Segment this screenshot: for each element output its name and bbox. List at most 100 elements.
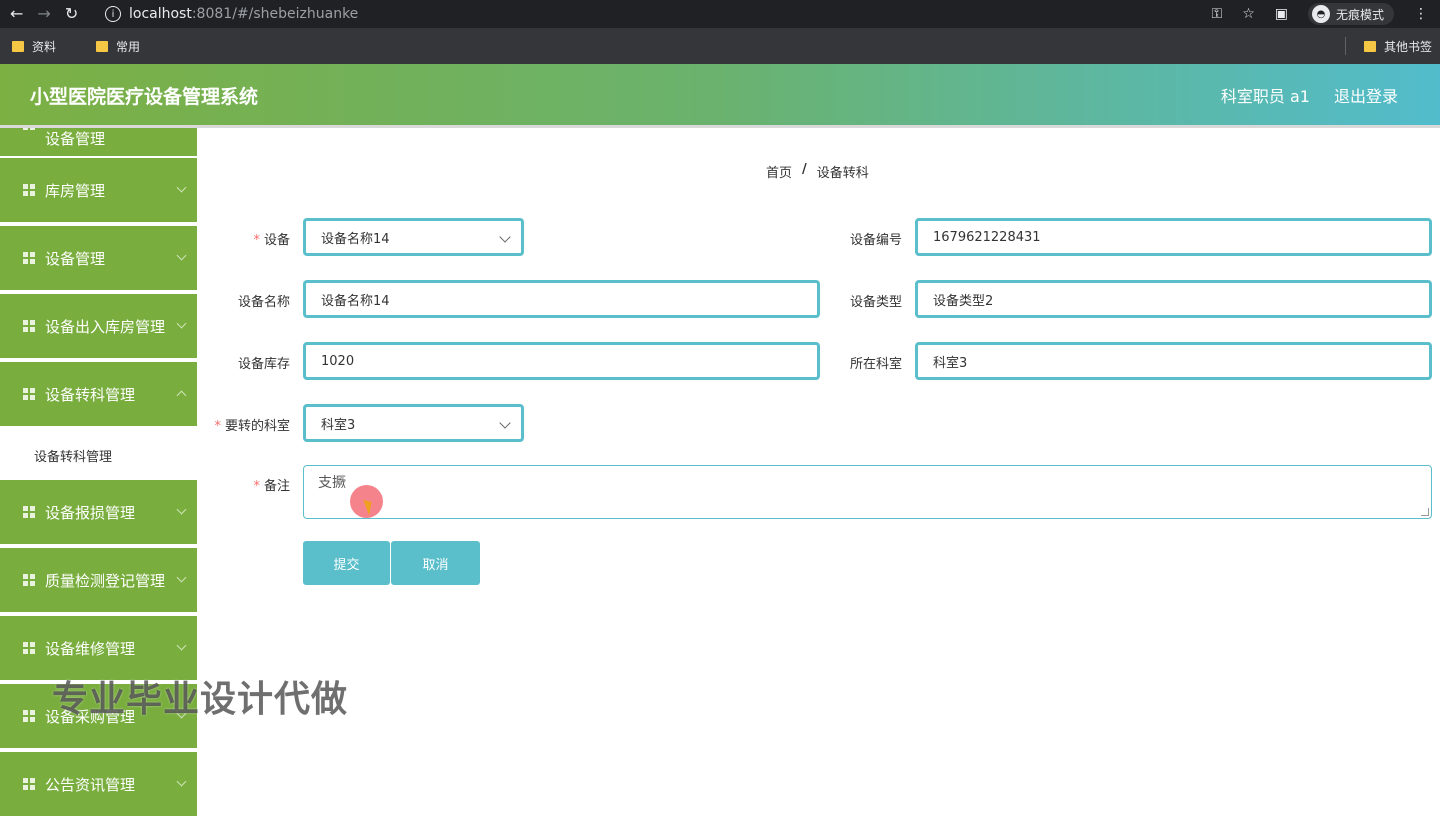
- breadcrumb: 首页 / 设备转科: [766, 162, 869, 181]
- sidepanel-icon[interactable]: ▣: [1275, 6, 1288, 22]
- bookmark-label: 资料: [32, 39, 57, 54]
- browser-toolbar: ← → ↻ i localhost:8081/#/shebeizhuanke ⚿…: [0, 0, 1440, 28]
- menu-icon[interactable]: ⋮: [1414, 6, 1428, 22]
- incognito-badge[interactable]: ◓ 无痕模式: [1307, 3, 1394, 25]
- dept-label: 所在科室: [849, 357, 902, 372]
- sidebar-item-damage[interactable]: 设备报损管理: [0, 480, 197, 544]
- target-dept-select[interactable]: 科室3: [303, 404, 524, 442]
- divider: [1344, 37, 1346, 55]
- sidebar-item-label: 设备管理: [45, 249, 106, 268]
- sidebar-item-label: 设备报损管理: [45, 503, 136, 522]
- sidebar-subitem-transfer[interactable]: 设备转科管理: [0, 432, 197, 478]
- target-label: * 要转的科室: [200, 415, 290, 434]
- sidebar-item-quality[interactable]: 质量检测登记管理: [0, 548, 197, 612]
- sidebar-item-label: 库房管理: [45, 181, 106, 200]
- resize-handle[interactable]: [1421, 508, 1429, 516]
- stock-field-value: 1020: [321, 353, 355, 369]
- sidebar-item-news[interactable]: 公告资讯管理: [0, 752, 197, 816]
- bar-chart-icon: [23, 574, 35, 586]
- chevron-down-icon: [176, 776, 187, 787]
- code-field[interactable]: 1679621228431: [915, 218, 1432, 256]
- device-select[interactable]: 设备名称14: [303, 218, 524, 256]
- name-label: 设备名称: [237, 295, 290, 310]
- site-info-icon[interactable]: i: [105, 6, 121, 22]
- target-label-text: 要转的科室: [224, 419, 290, 434]
- bookmark-folder[interactable]: 常用: [96, 38, 140, 55]
- logout-link[interactable]: 退出登录: [1334, 83, 1398, 107]
- name-field[interactable]: 设备名称14: [303, 280, 820, 318]
- reload-icon[interactable]: ↻: [65, 6, 78, 22]
- folder-icon: [96, 40, 109, 52]
- key-icon[interactable]: ⚿: [1212, 6, 1223, 22]
- incognito-label: 无痕模式: [1335, 7, 1384, 22]
- sidebar-item-transfer[interactable]: 设备转科管理: [0, 362, 197, 426]
- breadcrumb-current: 设备转科: [816, 166, 869, 181]
- folder-icon: [1363, 40, 1376, 52]
- sidebar-item-device[interactable]: 设备管理: [0, 226, 197, 290]
- cancel-button[interactable]: 取消: [391, 541, 480, 585]
- required-mark: *: [253, 233, 260, 248]
- star-icon[interactable]: ☆: [1242, 6, 1255, 22]
- target-dept-select-value: 科室3: [321, 417, 356, 433]
- dept-field[interactable]: 科室3: [915, 342, 1432, 380]
- name-field-value: 设备名称14: [321, 293, 390, 309]
- code-field-value: 1679621228431: [933, 229, 1041, 245]
- sidebar-item-label: 设备转科管理: [45, 385, 136, 404]
- note-label-text: 备注: [263, 479, 290, 494]
- sidebar-item-label: 质量检测登记管理: [45, 571, 166, 590]
- header-divider: [0, 125, 1440, 128]
- note-textarea[interactable]: 支撅: [303, 465, 1432, 519]
- chevron-down-icon: [499, 231, 511, 243]
- briefcase-icon: [23, 320, 35, 332]
- breadcrumb-separator: /: [802, 162, 807, 177]
- grid-icon: [23, 388, 35, 400]
- device-label-text: 设备: [263, 233, 290, 248]
- other-bookmarks[interactable]: 其他书签: [1344, 37, 1432, 55]
- bookmark-label: 常用: [116, 39, 141, 54]
- submit-button[interactable]: 提交: [303, 541, 390, 585]
- chevron-up-icon: [176, 390, 187, 401]
- chevron-down-icon: [499, 417, 511, 429]
- sidebar-item-inout[interactable]: 设备出入库房管理: [0, 294, 197, 358]
- stock-label: 设备库存: [237, 357, 290, 372]
- folder-icon: [12, 40, 24, 52]
- forward-icon[interactable]: →: [37, 6, 50, 22]
- app-header: 小型医院医疗设备管理系统 科室职员 a1 退出登录: [0, 64, 1440, 126]
- breadcrumb-home[interactable]: 首页: [766, 162, 792, 181]
- grid-icon: [23, 778, 35, 790]
- sidebar-item-label: 设备维修管理: [45, 639, 136, 658]
- note-textarea-value: 支撅: [318, 475, 346, 491]
- bookmark-folder[interactable]: 资料: [12, 38, 56, 55]
- chevron-down-icon: [176, 250, 187, 261]
- sidebar-item-warehouse[interactable]: 库房管理: [0, 158, 197, 222]
- bookmarks-bar: 资料 常用 其他书签: [0, 28, 1440, 64]
- dept-field-value: 科室3: [933, 355, 968, 371]
- device-select-value: 设备名称14: [321, 231, 390, 247]
- address-bar[interactable]: i localhost:8081/#/shebeizhuanke: [105, 2, 1212, 26]
- user-name: 科室职员 a1: [1220, 87, 1310, 106]
- chevron-down-icon: [176, 318, 187, 329]
- url-host: localhost: [129, 6, 192, 22]
- other-bookmarks-label: 其他书签: [1383, 39, 1432, 54]
- url-path: :8081/#/shebeizhuanke: [191, 6, 359, 22]
- sidebar-item-label: 公告资讯管理: [45, 775, 136, 794]
- app-title: 小型医院医疗设备管理系统: [30, 85, 259, 108]
- type-field[interactable]: 设备类型2: [915, 280, 1432, 318]
- sidebar-item-partial[interactable]: 设备管理: [0, 128, 197, 156]
- device-label: * 设备: [230, 229, 290, 248]
- stock-field[interactable]: 1020: [303, 342, 820, 380]
- chevron-down-icon: [176, 640, 187, 651]
- type-label: 设备类型: [849, 295, 902, 310]
- back-icon[interactable]: ←: [10, 6, 23, 22]
- chevron-down-icon: [176, 504, 187, 515]
- sliders-icon: [23, 506, 35, 518]
- book-icon: [23, 642, 35, 654]
- sidebar-item-label: 设备出入库房管理: [45, 317, 166, 336]
- grid-icon: [23, 128, 35, 130]
- table-icon: [23, 184, 35, 196]
- type-field-value: 设备类型2: [933, 293, 994, 309]
- chevron-down-icon: [176, 182, 187, 193]
- required-mark: *: [214, 419, 221, 434]
- note-label: * 备注: [230, 475, 290, 494]
- watermark: 专业毕业设计代做: [52, 679, 349, 720]
